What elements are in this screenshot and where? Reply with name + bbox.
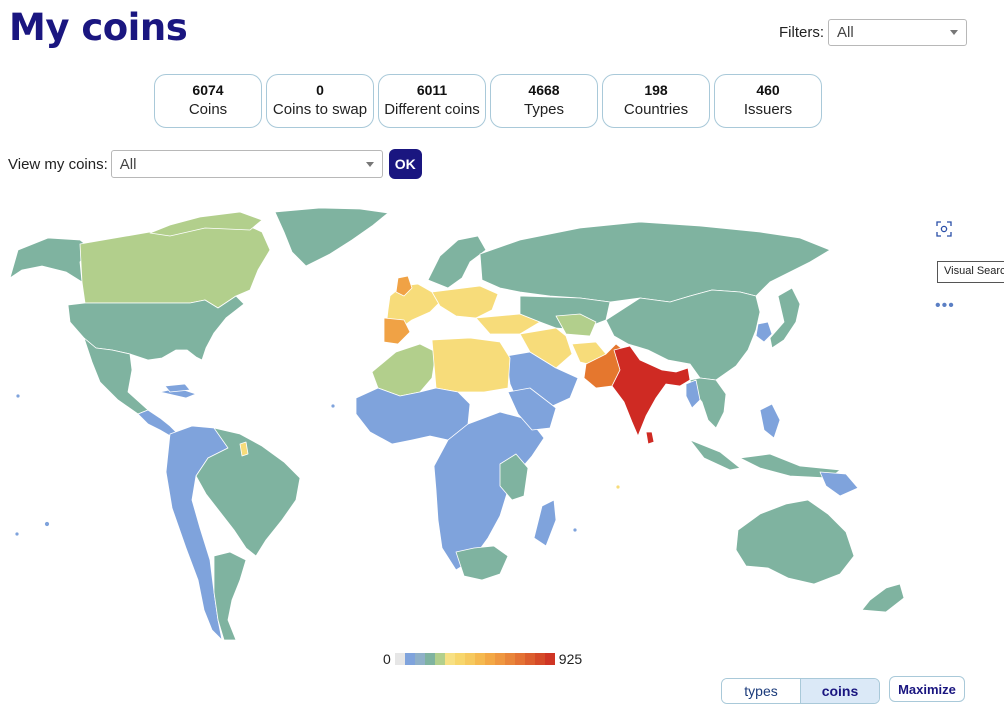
country-usa-alaska[interactable] [9, 237, 91, 283]
region-scandinavia[interactable] [427, 235, 487, 289]
country-philippines[interactable] [759, 403, 781, 439]
legend-swatch [514, 653, 525, 665]
stat-issuers[interactable]: 460 Issuers [714, 74, 822, 128]
page-title: My coins [9, 6, 188, 49]
island-atlantic[interactable] [15, 393, 21, 399]
country-sri-lanka[interactable] [645, 431, 655, 445]
stat-countries[interactable]: 198 Countries [602, 74, 710, 128]
island-pacific[interactable] [14, 531, 20, 537]
legend-swatch [534, 653, 545, 665]
legend-swatch [494, 653, 505, 665]
region-eastern-europe[interactable] [431, 285, 499, 319]
stat-value: 460 [756, 82, 780, 98]
stat-value: 198 [644, 82, 668, 98]
legend-swatch [414, 653, 425, 665]
legend-swatch [424, 653, 435, 665]
stats-bar: 6074 Coins 0 Coins to swap 6011 Differen… [154, 74, 822, 128]
visual-search-tooltip: Visual Search [937, 261, 1004, 283]
color-legend: 0 925 [383, 651, 582, 667]
legend-swatch [544, 653, 555, 665]
stat-value: 0 [316, 82, 324, 98]
filters-label: Filters: [779, 24, 824, 41]
island-mauritius[interactable] [572, 527, 578, 533]
view-select-value: All [119, 155, 137, 173]
view-my-coins-row: View my coins: All OK [8, 149, 422, 179]
legend-swatch [474, 653, 485, 665]
chevron-down-icon [950, 30, 958, 35]
legend-min: 0 [383, 651, 391, 667]
legend-scale [394, 653, 555, 665]
view-my-coins-select[interactable]: All [110, 150, 383, 178]
legend-max: 925 [558, 651, 583, 667]
stat-label: Coins [188, 101, 228, 118]
world-map[interactable] [0, 195, 930, 645]
country-papua[interactable] [819, 471, 859, 497]
legend-swatch [454, 653, 465, 665]
region-north-africa-east[interactable] [431, 337, 511, 393]
legend-swatch [444, 653, 455, 665]
country-indonesia[interactable] [689, 439, 741, 471]
country-russia[interactable] [479, 221, 831, 303]
island-maldives[interactable] [615, 484, 621, 490]
island-pacific[interactable] [44, 521, 50, 527]
legend-swatch [434, 653, 445, 665]
more-dots-icon[interactable]: ••• [935, 298, 955, 314]
legend-swatch [404, 653, 415, 665]
maximize-button[interactable]: Maximize [889, 676, 965, 702]
stat-coins-to-swap[interactable]: 0 Coins to swap [266, 74, 374, 128]
legend-swatch [464, 653, 475, 665]
chevron-down-icon [365, 161, 374, 167]
island-cape-verde[interactable] [330, 403, 336, 409]
country-madagascar[interactable] [533, 499, 557, 547]
stat-label: Different coins [384, 101, 480, 118]
region-southern-africa[interactable] [455, 545, 509, 581]
types-coins-toggle: types coins [721, 678, 880, 704]
filters-control: Filters: All [779, 19, 967, 46]
legend-swatch [524, 653, 535, 665]
country-new-zealand[interactable] [861, 583, 905, 613]
ok-button[interactable]: OK [388, 149, 422, 179]
country-australia[interactable] [735, 499, 855, 585]
stat-label: Types [523, 101, 565, 118]
view-my-coins-label: View my coins: [8, 155, 108, 173]
stat-label: Coins to swap [272, 101, 368, 118]
legend-swatch [484, 653, 495, 665]
coins-toggle-button[interactable]: coins [800, 679, 879, 703]
visual-search-icon[interactable] [936, 221, 952, 237]
stat-value: 4668 [528, 82, 560, 98]
country-japan[interactable] [769, 287, 801, 349]
country-greenland[interactable] [274, 207, 389, 267]
filters-select-value: All [837, 24, 854, 41]
stat-different-coins[interactable]: 6011 Different coins [378, 74, 486, 128]
stat-label: Countries [623, 101, 689, 118]
stat-value: 6011 [416, 82, 448, 98]
stat-coins[interactable]: 6074 Coins [154, 74, 262, 128]
types-toggle-button[interactable]: types [722, 679, 800, 703]
stat-types[interactable]: 4668 Types [490, 74, 598, 128]
filters-select[interactable]: All [828, 19, 967, 46]
legend-swatch [394, 653, 405, 665]
country-korea[interactable] [755, 321, 773, 343]
legend-swatch [504, 653, 515, 665]
region-north-africa-west[interactable] [371, 343, 437, 397]
stat-label: Issuers [743, 101, 793, 118]
stat-value: 6074 [192, 82, 224, 98]
